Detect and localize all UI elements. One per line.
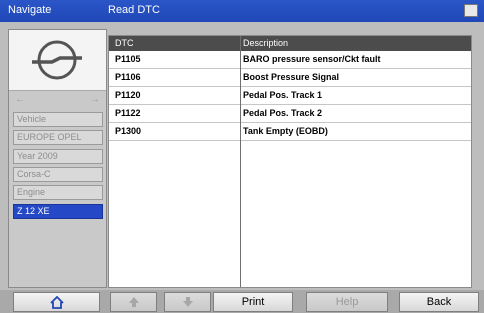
dtc-code: P1120 (115, 90, 141, 100)
dtc-description: Tank Empty (EOBD) (243, 126, 328, 136)
title-bar: Navigate Read DTC (0, 0, 484, 22)
arrow-up-icon (128, 297, 139, 308)
column-header-dtc: DTC (115, 38, 134, 48)
table-row[interactable]: P1106 Boost Pressure Signal (109, 69, 471, 87)
scroll-down-button[interactable] (164, 292, 211, 312)
table-row[interactable]: P1122 Pedal Pos. Track 2 (109, 105, 471, 123)
arrow-down-icon (182, 297, 193, 308)
logo-panel (9, 30, 106, 91)
home-button[interactable] (13, 292, 100, 312)
window-button-icon[interactable] (464, 4, 478, 17)
vehicle-sidebar: ← → Vehicle EUROPE OPEL Year 2009 Corsa-C En… (8, 29, 107, 288)
dtc-description: BARO pressure sensor/Ckt fault (243, 54, 381, 64)
table-row[interactable]: P1120 Pedal Pos. Track 1 (109, 87, 471, 105)
dtc-description: Pedal Pos. Track 1 (243, 90, 323, 100)
vehicle-info-item[interactable]: Engine (13, 185, 103, 201)
column-divider (240, 36, 241, 287)
help-button[interactable]: Help (306, 292, 388, 312)
vehicle-info-item[interactable]: Corsa-C (13, 166, 103, 182)
dtc-code: P1300 (115, 126, 142, 136)
table-row[interactable]: P1300 Tank Empty (EOBD) (109, 123, 471, 141)
dtc-code: P1106 (115, 72, 141, 82)
opel-logo-icon (32, 40, 82, 80)
nav-arrows: ← → (9, 94, 106, 110)
back-button[interactable]: Back (399, 292, 479, 312)
vehicle-info-item[interactable]: Year 2009 (13, 148, 103, 164)
dtc-description: Pedal Pos. Track 2 (243, 108, 323, 118)
dtc-description: Boost Pressure Signal (243, 72, 340, 82)
home-icon (49, 295, 64, 309)
dtc-table: DTC Description P1105 BARO pressure senso… (108, 35, 472, 288)
vehicle-info-item[interactable]: Z 12 XE (13, 203, 103, 219)
table-row[interactable]: P1105 BARO pressure sensor/Ckt fault (109, 51, 471, 69)
page-title: Read DTC (108, 4, 160, 16)
column-header-description: Description (243, 38, 289, 48)
scroll-up-button[interactable] (110, 292, 157, 312)
arrow-right-icon[interactable]: → (90, 94, 100, 105)
vehicle-info-item[interactable]: EUROPE OPEL (13, 130, 103, 146)
arrow-left-icon[interactable]: ← (15, 94, 25, 105)
vehicle-info-item[interactable]: Vehicle (13, 112, 103, 127)
navigate-title: Navigate (8, 4, 52, 16)
dtc-code: P1122 (115, 108, 141, 118)
dtc-code: P1105 (115, 54, 141, 64)
print-button[interactable]: Print (213, 292, 293, 312)
table-header: DTC Description (109, 36, 471, 51)
